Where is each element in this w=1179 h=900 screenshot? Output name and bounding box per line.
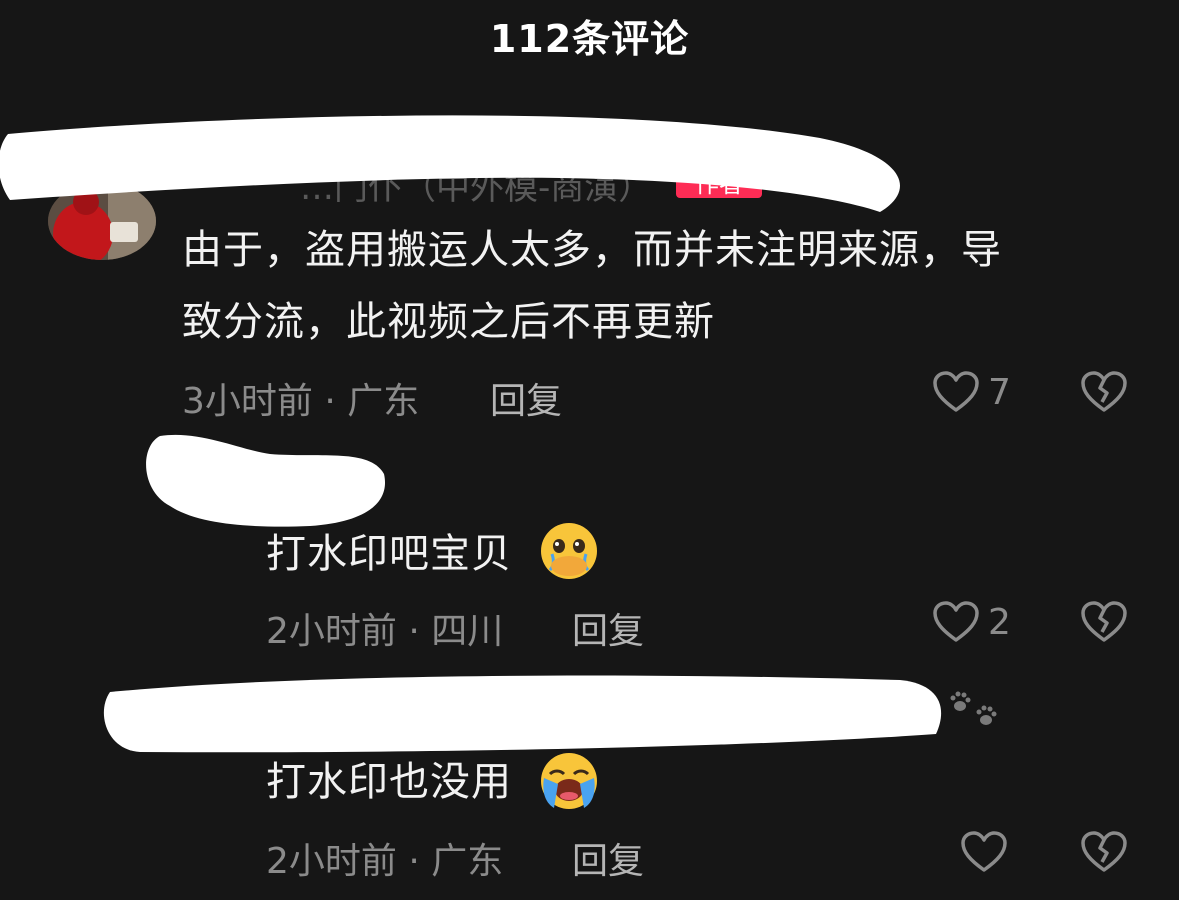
comment-meta: 2小时前 · 四川 — [266, 611, 504, 652]
dislike-broken-heart-icon[interactable] — [1080, 370, 1128, 414]
redaction-scribble — [0, 115, 900, 212]
redaction-scribble — [146, 434, 386, 527]
loudly-crying-emoji — [538, 750, 600, 812]
like-count: 2 — [988, 602, 1011, 643]
reply-button[interactable]: 回复 — [572, 832, 644, 884]
comment-text: 打水印吧宝贝 — [266, 518, 512, 590]
comment-text-line: 由于，盗用搬运人太多，而并未注明来源，导 — [182, 227, 1002, 273]
comment-text-line: 打水印吧宝贝 — [266, 531, 512, 577]
redaction-scribble — [103, 675, 942, 753]
reply-button[interactable]: 回复 — [572, 602, 644, 654]
dislike-broken-heart-icon[interactable] — [1080, 830, 1128, 874]
hand-over-mouth-crying-emoji — [538, 520, 600, 582]
like-heart-icon[interactable] — [932, 600, 980, 644]
comment-meta: 2小时前 · 广东 — [266, 841, 504, 882]
comment-text-line: 致分流，此视频之后不再更新 — [182, 299, 715, 345]
comment-text: 由于，盗用搬运人太多，而并未注明来源，导 致分流，此视频之后不再更新 — [182, 214, 1002, 358]
like-heart-icon[interactable] — [960, 830, 1008, 874]
comments-count-title: 112条评论 — [489, 17, 690, 61]
comment-text-line: 打水印也没用 — [266, 759, 512, 805]
like-heart-icon[interactable] — [932, 370, 980, 414]
reply-button[interactable]: 回复 — [490, 372, 562, 424]
comment-text: 打水印也没用 — [266, 746, 512, 818]
like-count: 7 — [988, 372, 1011, 413]
paw-prints-icon — [944, 684, 1002, 732]
comment-meta: 3小时前 · 广东 — [182, 381, 420, 422]
dislike-broken-heart-icon[interactable] — [1080, 600, 1128, 644]
